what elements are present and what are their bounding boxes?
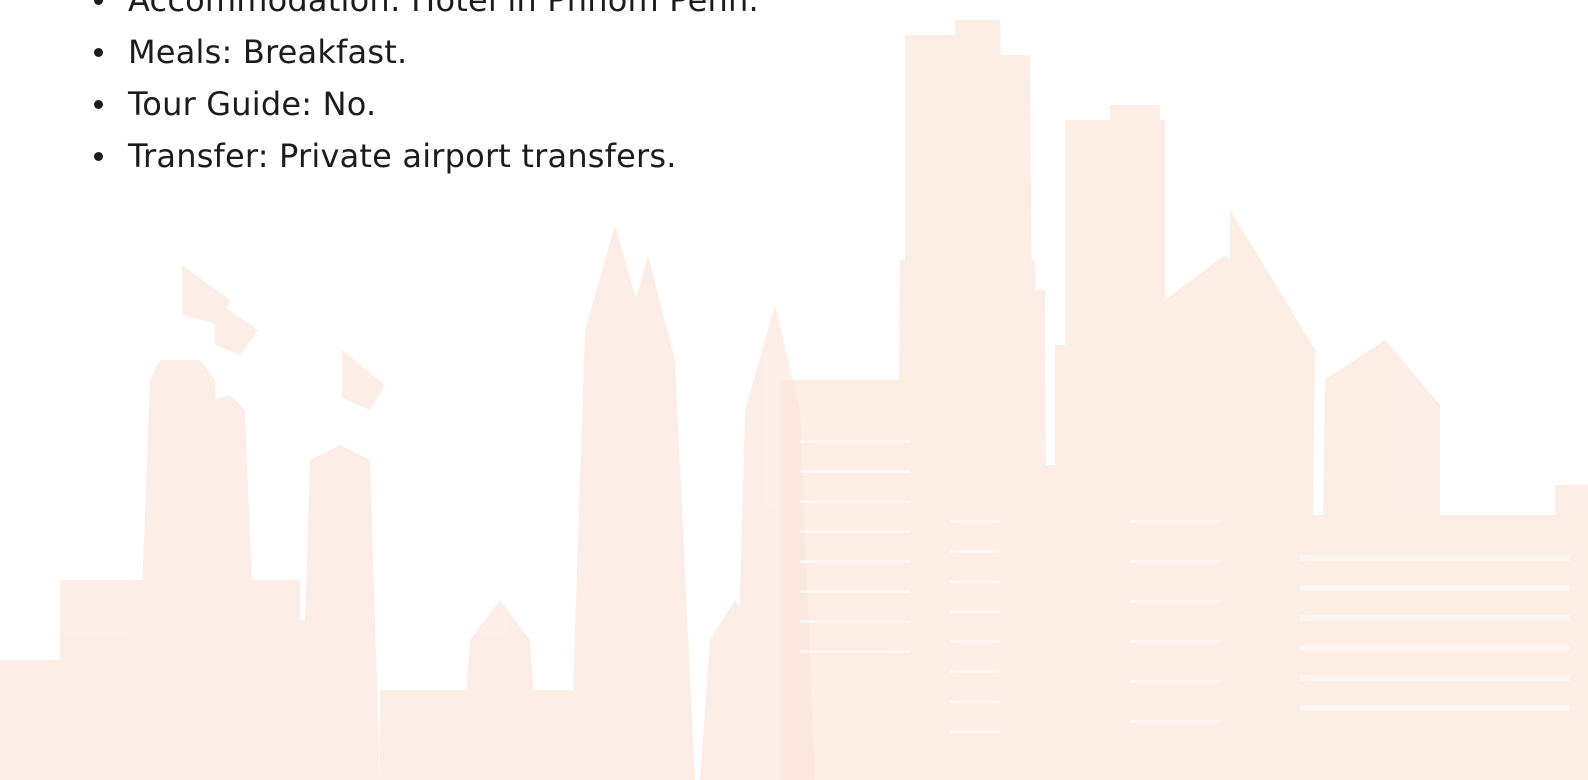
list-item-text: Transfer: Private airport transfers. <box>128 137 677 175</box>
list-item: Transfer: Private airport transfers. <box>94 130 759 182</box>
list-item: Tour Guide: No. <box>94 78 759 130</box>
list-item-text: Accommodation: Hotel in Phnom Penh. <box>128 0 759 19</box>
bullet-icon <box>94 48 103 57</box>
tour-details-list: Accommodation: Hotel in Phnom Penh. Meal… <box>80 0 759 182</box>
bullet-icon <box>94 100 103 109</box>
bullet-icon <box>94 0 103 5</box>
bullet-icon <box>94 152 103 161</box>
list-item-text: Tour Guide: No. <box>128 85 377 123</box>
list-item: Accommodation: Hotel in Phnom Penh. <box>94 0 759 26</box>
list-item-text: Meals: Breakfast. <box>128 33 408 71</box>
page-content: Accommodation: Hotel in Phnom Penh. Meal… <box>0 0 1588 780</box>
list-item: Meals: Breakfast. <box>94 26 759 78</box>
